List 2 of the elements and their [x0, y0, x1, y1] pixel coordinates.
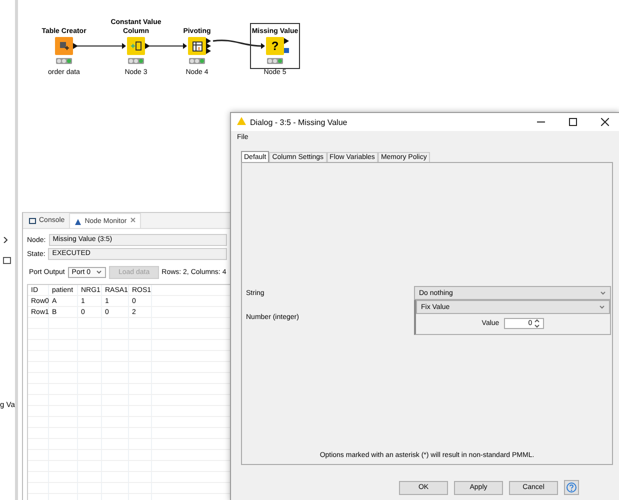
node-icon[interactable]: ?: [266, 37, 284, 55]
window-title: Dialog - 3:5 - Missing Value: [250, 118, 348, 126]
